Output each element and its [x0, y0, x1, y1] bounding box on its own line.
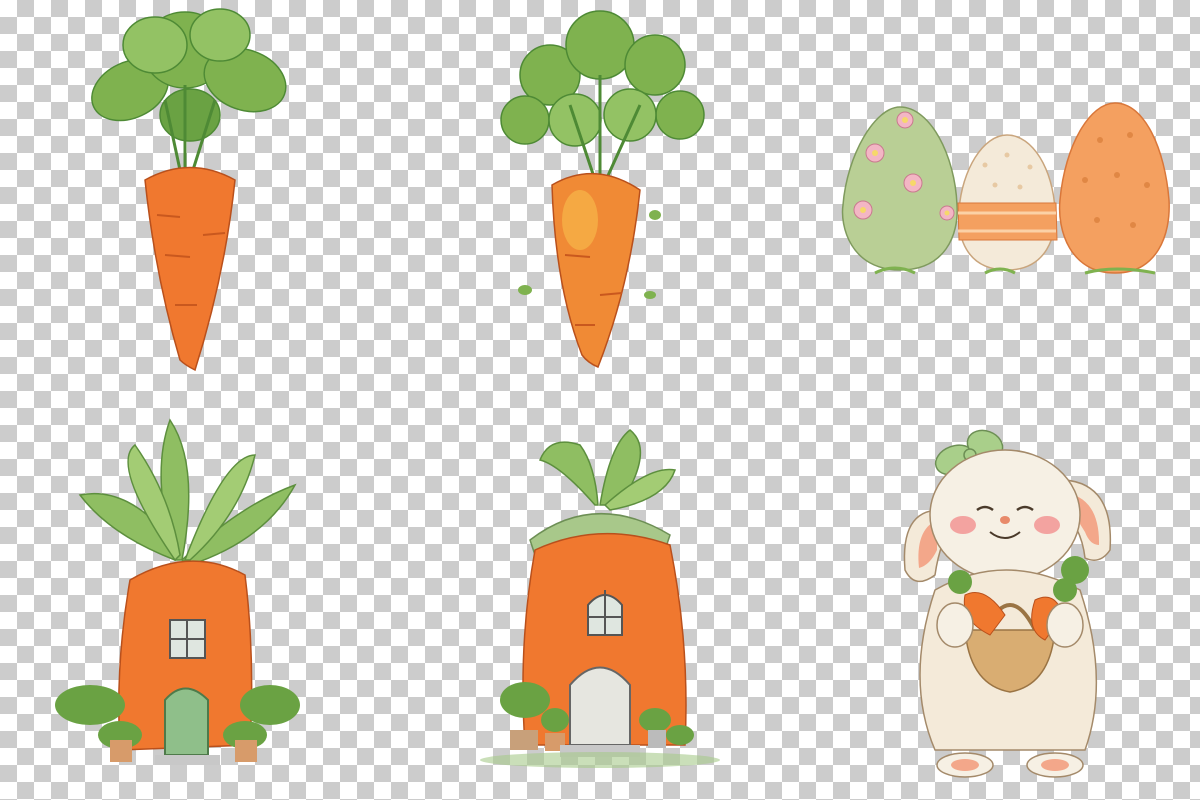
house-leaves	[78, 418, 297, 566]
carrot-house-icon	[55, 418, 300, 765]
green-egg	[841, 106, 958, 271]
orange-egg	[1058, 102, 1170, 274]
house-leaves	[538, 429, 676, 511]
bunny-head	[929, 449, 1081, 581]
cream-egg	[957, 134, 1058, 271]
bunny-with-basket-icon	[903, 429, 1112, 778]
easter-eggs-clipart	[835, 95, 1175, 280]
carrot-with-leaves-icon	[91, 8, 287, 372]
carrot-house-clipart-1	[50, 415, 305, 775]
house-door	[569, 666, 631, 746]
carrot-body	[551, 173, 641, 368]
carrot-clipart-1	[85, 5, 295, 375]
carrot-with-parsley-icon	[500, 10, 705, 368]
easter-eggs-icon	[841, 102, 1170, 275]
house-door	[164, 687, 209, 756]
carrot-clipart-2	[490, 5, 715, 375]
carrot-house-roof-icon	[480, 429, 720, 768]
carrot-leaves	[91, 8, 287, 171]
carrot-body	[144, 166, 236, 372]
parsley-leaves	[500, 10, 705, 181]
bunny-clipart	[895, 420, 1135, 780]
carrot-house-clipart-2	[470, 425, 730, 770]
